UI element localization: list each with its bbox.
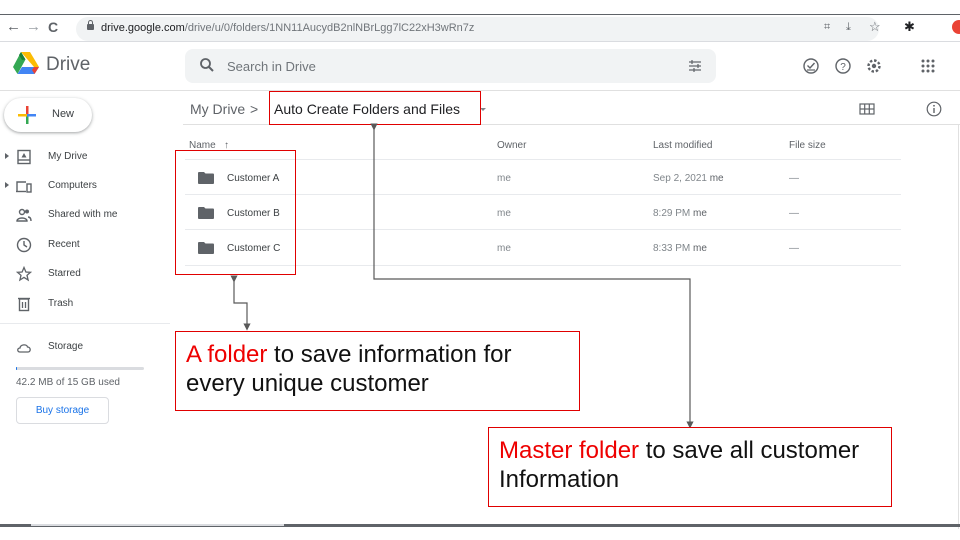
- master-callout-highlight: Master folder: [499, 437, 640, 464]
- folder-callout-highlight: A folder: [186, 341, 268, 368]
- scrollbar-thumb[interactable]: [31, 524, 284, 526]
- horizontal-scrollbar[interactable]: [0, 524, 960, 527]
- master-callout: Master folder to save all customer Infor…: [488, 427, 892, 507]
- folder-callout: A folder to save information for every u…: [175, 331, 580, 411]
- folder-callout-connector: [230, 275, 251, 331]
